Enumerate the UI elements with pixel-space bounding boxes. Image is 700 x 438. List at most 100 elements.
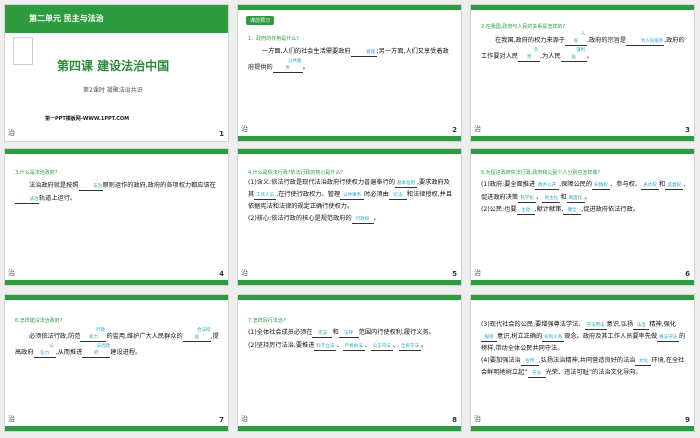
bottom-bar <box>5 280 228 285</box>
slide-number: 5 <box>452 270 457 278</box>
side-icon: 治 <box>474 415 481 423</box>
slide-body: (3)现代社会的公民,要增强尊法学法、 守法用法 意识,弘扬 法治 精神,强化规则 意识,… <box>481 321 686 378</box>
top-bar <box>471 149 694 154</box>
lesson-subtitle: 第2课时 凝聚法治共识 <box>83 87 143 94</box>
answer-blank: 负责 <box>518 47 541 62</box>
answer-blank: 公共服务 <box>272 58 303 73</box>
bottom-bar <box>471 426 694 431</box>
answer-blank: 制度化 <box>566 195 585 203</box>
question: 2.在我国,政府与人民的关系是怎样的? <box>481 24 566 30</box>
answer-blank: 规则 <box>481 334 497 342</box>
bottom-bar <box>238 426 461 431</box>
slide-thumb-3[interactable]: 2.在我国,政府与人民的关系是怎样的? 在我国,政府的权力来源于人民 ,政府的宗旨… <box>470 4 695 142</box>
side-icon: 治 <box>474 269 481 277</box>
top-bar <box>238 295 461 300</box>
answer-blank: 权利义务 <box>542 335 565 342</box>
slide-body: 一方面,人们的社会生活需要政府 管理 ;另一方面,人们又享受着政府提供的公共服务。 <box>248 48 449 73</box>
side-icon: 治 <box>8 129 15 137</box>
top-bar <box>238 5 461 10</box>
slide-number: 2 <box>452 126 457 134</box>
answer-blank: 宣传 <box>520 358 539 366</box>
slide-number: 9 <box>685 416 690 424</box>
answer-blank: 监督权 <box>665 182 684 190</box>
question: 4.什么是依法行政?依法行政的核心是什么? <box>248 170 344 176</box>
answer-blank: 守法 <box>527 370 546 378</box>
top-bar <box>471 5 694 10</box>
slide-body: 在我国,政府的权力来源于人民 ,政府的宗旨是 为人民服务,政府的工作要对人民负责 ,为… <box>481 31 685 62</box>
answer-blank: 行政权力 <box>80 327 107 342</box>
side-icon: 治 <box>8 415 15 423</box>
answer-blank: 表达权 <box>641 182 660 190</box>
slide-thumb-7[interactable]: 6.怎样建设法治政府? 必须依法行政,防范行政权力 的滥用,维护广大人民群众的合法… <box>4 294 229 432</box>
top-bar <box>5 295 228 300</box>
answer-blank: 法治 <box>633 322 650 330</box>
answer-blank: 尊法守法 <box>657 335 680 342</box>
bottom-bar <box>238 280 461 285</box>
slide-body: (1)政府:要全面推进 政务公开 ,保障公民的 知情权 、参与权、 表达权和监督权 ,促进政… <box>481 181 686 215</box>
answer-blank: 法治政府 <box>82 343 111 358</box>
slide-thumb-6[interactable]: 5.为促进政府依法行政,政府和公民个人分别应怎样做? (1)政府:要全面推进 政务… <box>470 148 695 286</box>
side-icon: 治 <box>8 269 15 277</box>
slide-number: 4 <box>219 270 224 278</box>
decor-frame <box>13 37 33 65</box>
slide-thumb-2[interactable]: 课前预习 1．政府的作用是什么？ 一方面,人们的社会生活需要政府 管理 ;另一方面,… <box>237 4 462 142</box>
answer-blank: 知情权 <box>592 182 611 190</box>
answer-blank: 法律 <box>338 330 359 338</box>
answer-blank: 守法用法 <box>584 323 607 330</box>
answer-blank: 政务公开 <box>535 182 560 190</box>
bottom-bar <box>238 136 461 141</box>
top-bar <box>5 149 228 154</box>
slide-number: 3 <box>685 126 690 134</box>
question: 6.怎样建设法治政府? <box>15 318 63 324</box>
answer-blank: 合法权益 <box>182 327 211 342</box>
answer-blank: 科学立法 <box>314 343 337 351</box>
slide-body: (1)全体社会成员必须在 宪法和法律 范围内行使权利,履行义务。 (2)坚持厉行法治… <box>248 329 435 351</box>
title-bar: 第二单元 民主与法治 <box>5 5 228 33</box>
answer-blank: 公共事务 <box>340 192 365 200</box>
slide-number: 1 <box>219 130 224 138</box>
slide-body: (1)含义:依法行政是现代法治政府行使权力普遍奉行的 基本准则 ,要求政府及其 工作人… <box>248 179 453 224</box>
answer-blank: 健全 <box>563 207 582 215</box>
answer-blank: 公正司法 <box>370 343 393 351</box>
answer-blank: 文化 <box>635 358 652 366</box>
answer-blank: 行政权 <box>351 216 374 224</box>
bottom-bar <box>471 136 694 141</box>
top-bar <box>471 295 694 300</box>
slide-body: 必须依法行政,防范行政权力 的滥用,维护广大人民群众的合法权益 ,提高政府公信力 ,从… <box>15 327 219 358</box>
answer-blank: 工作人员 <box>254 193 277 200</box>
side-icon: 治 <box>474 125 481 133</box>
answer-blank: 管理 <box>350 49 377 57</box>
slide-number: 7 <box>219 416 224 424</box>
answer-blank: 谋利益 <box>560 47 587 62</box>
side-icon: 治 <box>241 415 248 423</box>
slide-thumb-8[interactable]: 7.怎样厉行法治? (1)全体社会成员必须在 宪法和法律 范围内行使权利,履行义务。… <box>237 294 462 432</box>
answer-blank: 人民 <box>565 31 588 46</box>
answer-blank: 法治 <box>78 183 103 191</box>
slide-thumb-5[interactable]: 4.什么是依法行政?依法行政的核心是什么? (1)含义:依法行政是现代法治政府行… <box>237 148 462 286</box>
slide-body: 法治政府就是按照 法治原则运作的政府,政府的各项权力都应该在法治轨道上运行。 <box>15 179 220 205</box>
side-icon: 治 <box>241 125 248 133</box>
footer-text: 第一PPT模板网-WWW.1PPT.COM <box>45 116 130 122</box>
answer-blank: 全民守法 <box>398 343 421 351</box>
slide-number: 8 <box>452 416 457 424</box>
question: 7.怎样厉行法治? <box>248 318 286 324</box>
answer-blank: 民主化 <box>542 195 561 203</box>
slide-thumb-1[interactable]: 第二单元 民主与法治 第四课 建设法治中国 第2课时 凝聚法治共识 第一PPT模… <box>4 4 229 142</box>
bottom-bar <box>5 426 228 431</box>
answer-blank: 宪法 <box>312 330 333 338</box>
answer-blank: 为人民服务 <box>626 38 665 46</box>
slide-number: 6 <box>685 270 690 278</box>
answer-blank: 严格执法 <box>342 343 365 351</box>
answer-blank: 科学化 <box>518 195 537 203</box>
answer-blank: 基本准则 <box>394 181 417 188</box>
slide-thumb-4[interactable]: 3.什么是法治政府? 法治政府就是按照 法治原则运作的政府,政府的各项权力都应该在… <box>4 148 229 286</box>
side-icon: 治 <box>241 269 248 277</box>
preview-tag: 课前预习 <box>246 16 275 25</box>
answer-blank: 公信力 <box>33 343 56 358</box>
lesson-title: 第四课 建设法治中国 <box>57 59 170 73</box>
unit-title: 第二单元 民主与法治 <box>29 14 104 23</box>
answer-blank: 宪法 <box>388 192 407 200</box>
slide-thumb-9[interactable]: (3)现代社会的公民,要增强尊法学法、 守法用法 意识,弘扬 法治 精神,强化规则 意识,… <box>470 294 695 432</box>
top-bar <box>238 149 461 154</box>
question: 3.什么是法治政府? <box>15 170 58 176</box>
